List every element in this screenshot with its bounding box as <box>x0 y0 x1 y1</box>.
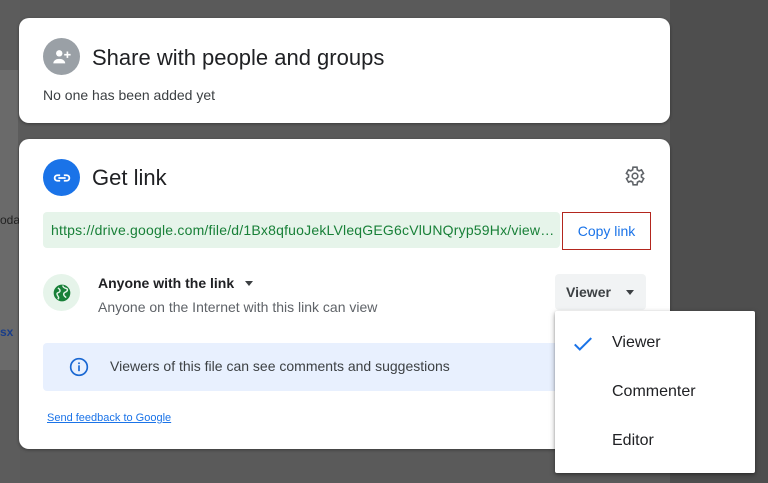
menu-item-viewer[interactable]: Viewer <box>555 319 755 368</box>
menu-item-label: Commenter <box>612 383 696 400</box>
globe-icon <box>43 274 80 311</box>
info-icon <box>69 357 89 377</box>
share-people-card: Share with people and groups No one has … <box>19 18 670 123</box>
menu-item-commenter[interactable]: Commenter <box>555 368 755 417</box>
add-person-icon <box>43 38 80 75</box>
caret-down-icon <box>625 290 634 295</box>
info-banner: Viewers of this file can see comments an… <box>43 343 588 391</box>
get-link-title: Get link <box>92 165 167 190</box>
send-feedback-link[interactable]: Send feedback to Google <box>47 412 171 424</box>
link-icon <box>43 159 80 196</box>
role-dropdown-button[interactable]: Viewer <box>555 274 646 310</box>
copy-link-button[interactable]: Copy link <box>562 212 651 250</box>
access-dropdown[interactable]: Anyone with the link <box>98 275 254 291</box>
check-icon <box>574 337 592 351</box>
share-title: Share with people and groups <box>92 45 385 70</box>
access-description: Anyone on the Internet with this link ca… <box>98 299 378 315</box>
access-label: Anyone with the link <box>98 275 235 291</box>
menu-item-label: Viewer <box>612 334 661 351</box>
menu-item-label: Editor <box>612 432 654 449</box>
background-text: oda <box>0 213 21 227</box>
link-url-field[interactable]: https://drive.google.com/file/d/1Bx8qfuo… <box>43 212 560 248</box>
info-text: Viewers of this file can see comments an… <box>110 358 450 374</box>
background-text: sx <box>0 325 14 339</box>
role-menu: Viewer Commenter Editor <box>555 311 755 473</box>
caret-down-icon <box>245 281 254 286</box>
gear-icon[interactable] <box>622 164 646 188</box>
share-subtitle: No one has been added yet <box>43 87 216 103</box>
menu-item-editor[interactable]: Editor <box>555 417 755 466</box>
role-selected-label: Viewer <box>566 284 611 300</box>
link-url-text: https://drive.google.com/file/d/1Bx8qfuo… <box>51 222 556 238</box>
